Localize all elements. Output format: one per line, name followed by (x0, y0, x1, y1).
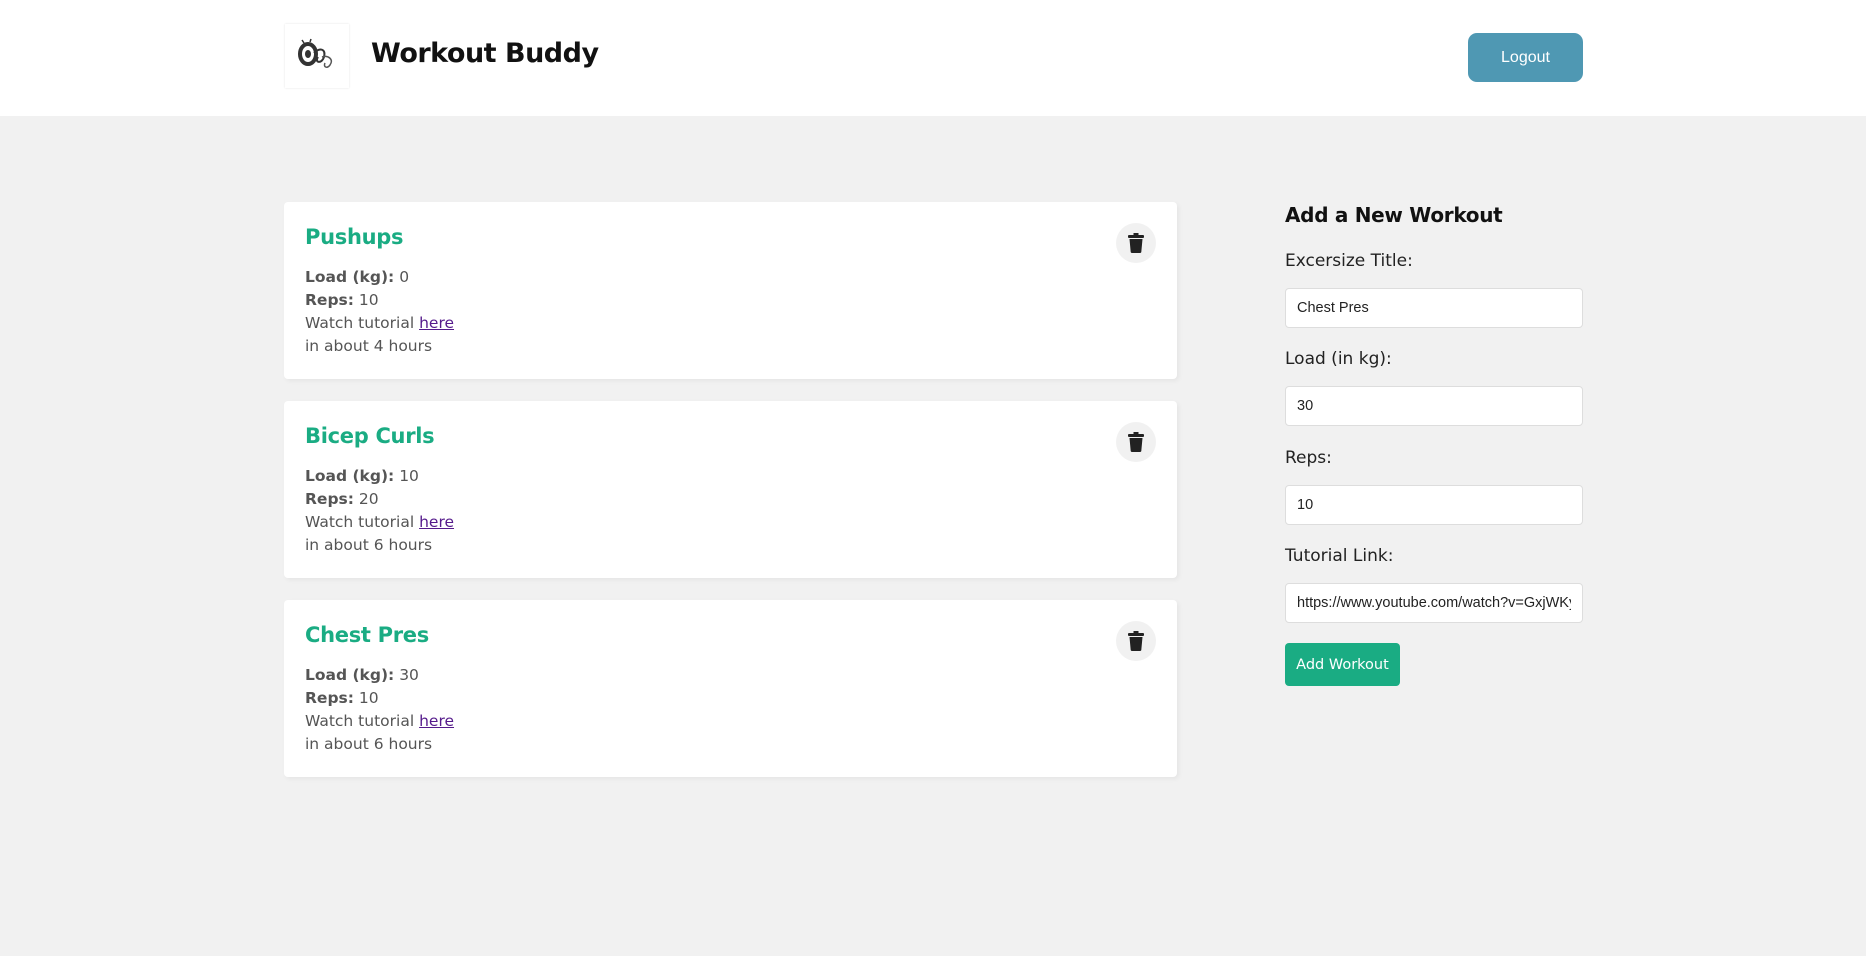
trash-icon (1128, 233, 1144, 253)
reps-line: Reps: 10 (305, 289, 454, 312)
reps-value: 10 (358, 689, 379, 707)
workout-details: Load (kg): 0 Reps: 10 Watch tutorial her… (305, 266, 454, 358)
reps-value: 10 (358, 291, 379, 309)
tutorial-link-input[interactable] (1285, 583, 1583, 623)
workout-details: Load (kg): 30 Reps: 10 Watch tutorial he… (305, 664, 454, 756)
reps-line: Reps: 20 (305, 488, 454, 511)
reps-label: Reps: (305, 291, 354, 309)
tutorial-link[interactable]: here (419, 314, 454, 332)
workout-title: Pushups (305, 225, 404, 249)
workout-title: Chest Pres (305, 623, 429, 647)
load-line: Load (kg): 30 (305, 664, 454, 687)
dumbbell-logo-icon[interactable] (285, 24, 349, 88)
workout-card: Pushups Load (kg): 0 Reps: 10 Watch tuto… (284, 202, 1177, 379)
workout-card: Chest Pres Load (kg): 30 Reps: 10 Watch … (284, 600, 1177, 777)
exercise-title-input[interactable] (1285, 288, 1583, 328)
form-title: Add a New Workout (1285, 203, 1503, 227)
load-label: Load (in kg): (1285, 349, 1392, 369)
load-line: Load (kg): 0 (305, 266, 454, 289)
delete-workout-button[interactable] (1116, 422, 1156, 462)
timestamp: in about 6 hours (305, 536, 433, 554)
reps-label: Reps: (305, 689, 354, 707)
reps-line: Reps: 10 (305, 687, 454, 710)
load-label: Load (kg): (305, 268, 395, 286)
workout-details: Load (kg): 10 Reps: 20 Watch tutorial he… (305, 465, 454, 557)
workout-title: Bicep Curls (305, 424, 435, 448)
trash-icon (1128, 432, 1144, 452)
load-label: Load (kg): (305, 666, 395, 684)
reps-value: 20 (358, 490, 379, 508)
tutorial-line: Watch tutorial here (305, 511, 454, 534)
delete-workout-button[interactable] (1116, 223, 1156, 263)
trash-icon (1128, 631, 1144, 651)
top-navbar: Workout Buddy Logout (0, 0, 1866, 116)
reps-input[interactable] (1285, 485, 1583, 525)
tutorial-link[interactable]: here (419, 513, 454, 531)
tutorial-prefix: Watch tutorial (305, 712, 415, 730)
workout-card: Bicep Curls Load (kg): 10 Reps: 20 Watch… (284, 401, 1177, 578)
load-value: 0 (399, 268, 410, 286)
reps-label: Reps: (1285, 448, 1332, 468)
delete-workout-button[interactable] (1116, 621, 1156, 661)
logout-button[interactable]: Logout (1468, 33, 1583, 82)
load-value: 10 (399, 467, 419, 485)
load-line: Load (kg): 10 (305, 465, 454, 488)
timestamp: in about 6 hours (305, 735, 433, 753)
tutorial-prefix: Watch tutorial (305, 513, 415, 531)
load-value: 30 (399, 666, 419, 684)
tutorial-line: Watch tutorial here (305, 710, 454, 733)
tutorial-link-label: Tutorial Link: (1285, 546, 1394, 566)
add-workout-button[interactable]: Add Workout (1285, 643, 1400, 686)
load-label: Load (kg): (305, 467, 395, 485)
timestamp: in about 4 hours (305, 337, 433, 355)
exercise-title-label: Excersize Title: (1285, 251, 1413, 271)
tutorial-link[interactable]: here (419, 712, 454, 730)
brand-title[interactable]: Workout Buddy (371, 38, 599, 69)
reps-label: Reps: (305, 490, 354, 508)
tutorial-prefix: Watch tutorial (305, 314, 415, 332)
tutorial-line: Watch tutorial here (305, 312, 454, 335)
load-input[interactable] (1285, 386, 1583, 426)
